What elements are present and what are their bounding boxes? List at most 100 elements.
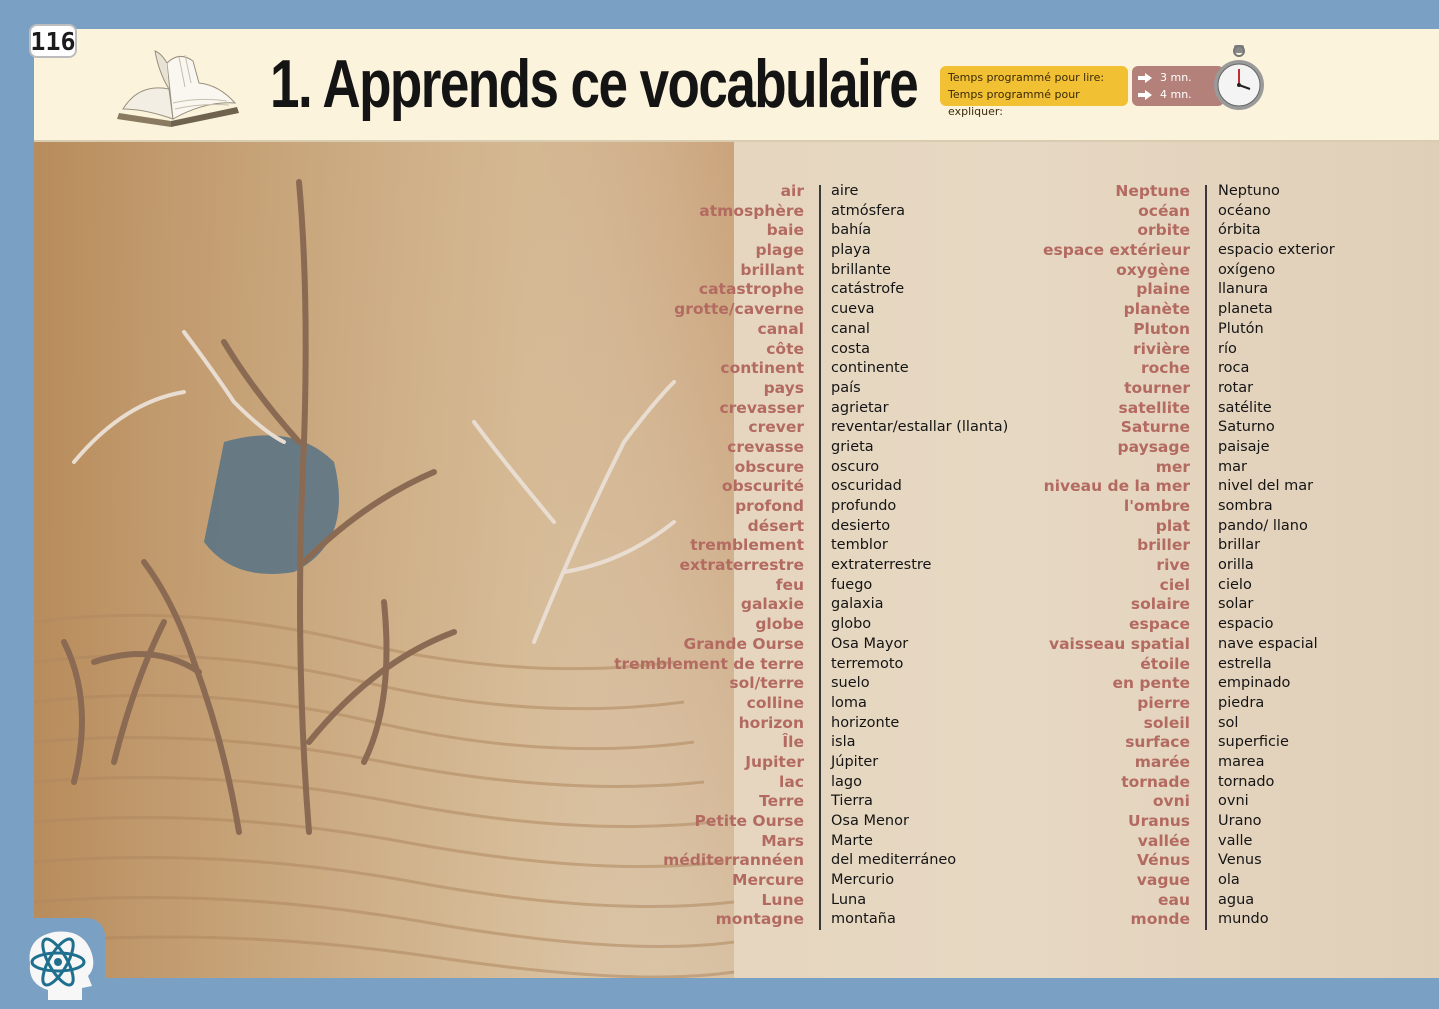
vocab-word: crever [748, 418, 804, 437]
vocab-word: rive [1156, 556, 1190, 575]
explain-time-value: 4 mn. [1160, 88, 1192, 101]
vocab-word: piedra [1218, 694, 1265, 711]
vocab-word: Osa Mayor [831, 635, 909, 652]
vocab-word: agua [1218, 891, 1255, 908]
timer-values: 3 mn. 4 mn. [1132, 66, 1224, 106]
vocab-word: mar [1218, 458, 1247, 475]
header: 1. Apprends ce vocabulaire Temps program… [34, 29, 1439, 142]
vocab-word: oxygène [1116, 260, 1190, 279]
vocab-word: en pente [1112, 674, 1190, 693]
vocab-word: tourner [1124, 378, 1190, 397]
vocab-word: soleil [1143, 713, 1190, 732]
vocab-word: catastrophe [698, 280, 804, 299]
vocab-word: profond [735, 497, 804, 515]
vocab-word: Plutón [1218, 320, 1264, 337]
vocab-word: Grande Ourse [683, 634, 804, 653]
vocab-word: océano [1218, 202, 1271, 219]
vocab-word: órbita [1218, 222, 1261, 239]
vocab-word: Île [782, 733, 804, 752]
vocab-word: ola [1218, 872, 1240, 889]
vocab-word: sol [1218, 714, 1239, 731]
vocab-word: país [831, 379, 861, 396]
vocab-word: río [1218, 340, 1237, 357]
vocab-word: orbite [1137, 221, 1190, 240]
vocab-word: ovni [1218, 793, 1249, 810]
vocab-word: grotte/caverne [674, 300, 804, 319]
page-number: 116 [29, 24, 77, 58]
vocab-word: sombra [1218, 498, 1273, 514]
vocab-word: cielo [1218, 576, 1252, 593]
vocab-word: roche [1140, 359, 1190, 378]
vocab-word: continente [831, 360, 909, 377]
vocab-word: Neptune [1115, 182, 1190, 200]
page-title: 1. Apprends ce vocabulaire [270, 46, 919, 122]
vocab-word: valle [1218, 832, 1253, 849]
vocab-word: planeta [1218, 301, 1273, 318]
vocab-word: playa [831, 242, 871, 259]
vocab-word: brillar [1218, 537, 1261, 554]
vocab-word: atmósfera [831, 202, 905, 219]
vocab-word: horizonte [831, 714, 900, 731]
vocab-word: extraterrestre [679, 556, 804, 575]
vocab-word: del mediterráneo [831, 852, 957, 869]
spanish-list-left: aire atmósfera bahía playa brillante catástro… [831, 182, 1008, 930]
vocab-word: Urano [1218, 813, 1262, 829]
vocab-word: aire [831, 183, 859, 199]
vocab-word: mundo [1218, 911, 1269, 928]
vocab-word: superficie [1218, 734, 1289, 751]
vocab-word: plat [1155, 516, 1190, 535]
vocab-word: tornade [1121, 772, 1190, 791]
vocab-word: bahía [831, 222, 872, 239]
vocab-word: canal [831, 320, 870, 337]
vocab-word: rivière [1132, 339, 1190, 358]
vocab-word: marée [1134, 752, 1190, 771]
vocab-word: Mars [761, 831, 804, 850]
explain-time-label: Temps programmé pour expliquer: [948, 88, 1080, 118]
vocab-word: baie [766, 221, 804, 240]
vocab-word: espace [1129, 615, 1190, 634]
vocab-word: colline [746, 693, 804, 712]
read-time-value: 3 mn. [1160, 71, 1192, 84]
vocab-word: monde [1130, 910, 1190, 929]
brain-atom-icon [29, 931, 94, 1000]
vocab-word: brillant [740, 260, 804, 279]
vocab-word: tornado [1218, 773, 1275, 790]
vocab-word: canal [757, 319, 804, 338]
vocab-word: côte [766, 339, 804, 358]
vocab-word: ciel [1159, 575, 1190, 594]
vocab-word: Vénus [1137, 851, 1190, 870]
vocab-word: Jupiter [745, 752, 804, 771]
vocab-word: espacio [1218, 616, 1274, 633]
vocab-word: Júpiter [831, 753, 879, 770]
vocab-word: globo [831, 616, 872, 633]
timer-labels: Temps programmé pour lire: Temps program… [940, 66, 1128, 118]
french-list-right: Neptune océan orbite espace extérieur oxygèn… [1043, 182, 1190, 930]
vocab-word: Mercure [732, 871, 804, 890]
vocab-word: lago [831, 773, 862, 790]
vocab-word: sol/terre [729, 674, 804, 693]
vocab-word: Petite Ourse [694, 812, 804, 830]
vocab-word: vallée [1137, 831, 1190, 850]
vocab-word: montaña [831, 911, 896, 928]
vocab-word: catástrofe [831, 281, 905, 298]
vocab-word: Luna [831, 891, 867, 908]
vocab-word: Venus [1218, 852, 1262, 869]
vocab-word: solar [1218, 596, 1254, 613]
vocab-word: satellite [1118, 398, 1190, 417]
vocab-word: loma [831, 694, 867, 711]
vocab-word: Uranus [1128, 812, 1190, 830]
vocab-word: eau [1157, 890, 1190, 909]
vocab-word: air [780, 182, 804, 200]
vocab-word: l'ombre [1123, 497, 1190, 515]
vocab-word: plaine [1136, 280, 1190, 299]
vocab-word: rotar [1218, 379, 1254, 396]
vocab-word: galaxia [831, 596, 884, 613]
vocab-word: crevasse [727, 437, 804, 456]
divider-left [819, 185, 821, 930]
vocab-word: nave espacial [1218, 635, 1318, 652]
vocab-word: temblor [831, 537, 888, 554]
vocab-word: oxígeno [1218, 261, 1276, 278]
vocab-word: briller [1137, 536, 1190, 555]
vocab-word: crevasser [719, 398, 804, 417]
vocabulary-panel: air atmosphère baie plage brillant catastroph… [34, 142, 1439, 978]
